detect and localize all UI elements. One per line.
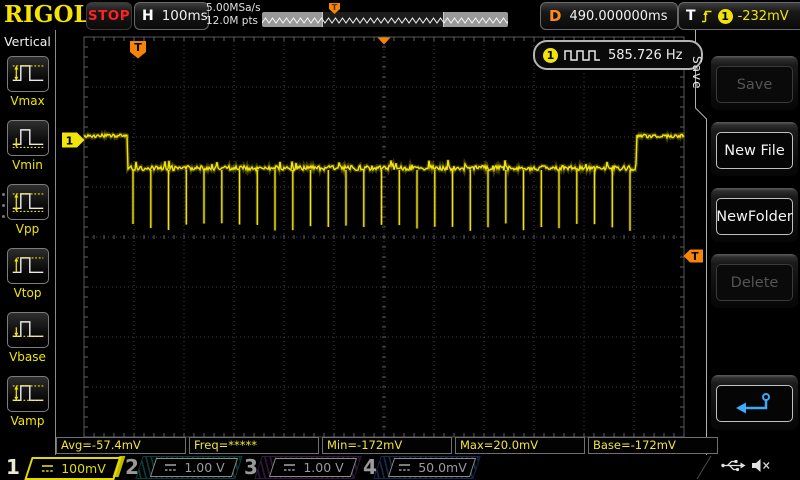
channel-4-number: 4 (363, 455, 377, 479)
timeline-wave (262, 17, 508, 24)
coupling-dc-icon (42, 465, 54, 472)
measurement-min: Min=-172mV (322, 437, 452, 454)
menu-item-vamp[interactable]: Vamp (0, 376, 55, 428)
svg-text:T: T (332, 3, 338, 12)
save-button[interactable]: Save (716, 66, 793, 103)
new-file-button-slot: New File (711, 122, 798, 176)
delete-button[interactable]: Delete (716, 264, 793, 301)
squarewave-icon (564, 50, 600, 61)
measurement-freq: Freq=***** (189, 437, 319, 454)
back-arrow-icon (735, 392, 770, 413)
channel-4-scale: 50.0mV (418, 460, 467, 475)
svg-text:T: T (691, 251, 699, 263)
vtop-label: Vtop (13, 286, 42, 300)
channel-1-number: 1 (6, 455, 20, 479)
acquisition-info: 5.00MSa/s 12.0M pts (206, 2, 261, 28)
save-menu-tab: Save (690, 56, 704, 90)
menu-item-vbase[interactable]: Vbase (0, 312, 55, 364)
menu-page-dots (2, 193, 5, 226)
channel-2-scale: 1.00 V (184, 460, 225, 475)
timebase-value: 100ms (161, 8, 208, 24)
svg-text:1: 1 (66, 135, 74, 148)
usb-icon (720, 458, 746, 473)
back-button[interactable] (716, 385, 793, 422)
measurement-row: Avg=-57.4mV Freq=***** Min=-172mV Max=20… (56, 437, 718, 454)
freq-value: 585.726 Hz (608, 47, 683, 63)
rigol-logo: RIGOL (4, 1, 90, 28)
vmin-label: Vmin (12, 158, 43, 172)
run-state-button[interactable]: STOP (86, 2, 132, 30)
channel-4-scale-box: 50.0mV (387, 458, 477, 477)
channel-status-bar: 1 100mV 2 1.00 V 3 1.00 V 4 50.0mV (0, 455, 800, 480)
memory-depth: 12.0M pts (206, 15, 259, 27)
run-state-label: STOP (87, 8, 131, 24)
coupling-dc-icon (399, 464, 411, 471)
trigger-slope-icon (701, 10, 712, 23)
delay-box: D 490.000000ms (540, 2, 678, 30)
vmin-icon (6, 120, 49, 156)
vtop-icon (6, 248, 49, 284)
channel-3-status[interactable]: 3 1.00 V (240, 455, 362, 480)
channel-1-status[interactable]: 1 100mV (2, 455, 126, 480)
channel-4-status[interactable]: 4 50.0mV (359, 455, 481, 480)
measurement-max: Max=20.0mV (455, 437, 585, 454)
channel-1-scale: 100mV (61, 461, 106, 476)
menu-item-vmin[interactable]: Vmin (0, 120, 55, 172)
vpp-label: Vpp (15, 222, 40, 236)
speaker-muted-icon (751, 458, 773, 473)
vbase-label: Vbase (9, 350, 46, 364)
vamp-icon (6, 376, 49, 412)
channel-2-status[interactable]: 2 1.00 V (121, 455, 243, 480)
delay-value: 490.000000ms (569, 8, 668, 24)
trigger-box: T 1 -232mV (678, 2, 800, 30)
vmax-label: Vmax (10, 94, 45, 108)
measurement-avg: Avg=-57.4mV (56, 437, 186, 454)
scope-display: T T 1 (55, 30, 712, 480)
vbase-icon (6, 312, 49, 348)
channel-3-number: 3 (244, 455, 258, 479)
svg-text:T: T (134, 41, 142, 54)
delete-button-slot: Delete (711, 254, 798, 308)
oscilloscope-screen: T T 1 RIGOL STOP H 100ms 5.00MSa/s 12.0M p… (0, 0, 800, 480)
menu-item-vmax[interactable]: Vmax (0, 56, 55, 108)
sample-rate: 5.00MSa/s (206, 2, 261, 14)
vpp-icon (6, 184, 49, 220)
coupling-dc-icon (165, 464, 177, 471)
trigger-label: T (686, 8, 696, 24)
timeline-thumbnail: T (262, 3, 508, 27)
horizontal-label: H (142, 8, 154, 24)
save-button-slot: Save (711, 56, 798, 110)
channel-1-scale-box: 100mV (24, 457, 122, 480)
frequency-counter: 1 585.726 Hz (533, 40, 703, 70)
new-folder-button[interactable]: NewFolder (716, 198, 793, 235)
vmax-icon (6, 56, 49, 92)
new-folder-button-slot: NewFolder (711, 188, 798, 242)
delay-label: D (549, 7, 562, 25)
channel-3-scale-box: 1.00 V (268, 458, 358, 477)
left-menu-title: Vertical (4, 34, 51, 49)
vamp-label: Vamp (10, 414, 45, 428)
trigger-source-badge: 1 (717, 8, 733, 24)
coupling-dc-icon (284, 464, 296, 471)
new-file-button[interactable]: New File (716, 132, 793, 169)
menu-item-vpp[interactable]: Vpp (0, 184, 55, 236)
trigger-level-value: -232mV (737, 8, 789, 24)
timebase-box: H 100ms (134, 2, 209, 30)
channel-2-scale-box: 1.00 V (149, 458, 239, 477)
measurement-base: Base=-172mV (588, 437, 718, 454)
menu-item-vtop[interactable]: Vtop (0, 248, 55, 300)
channel-3-scale: 1.00 V (303, 460, 344, 475)
back-button-slot (711, 375, 798, 430)
channel-2-number: 2 (125, 455, 139, 479)
freq-channel-badge: 1 (543, 47, 558, 63)
